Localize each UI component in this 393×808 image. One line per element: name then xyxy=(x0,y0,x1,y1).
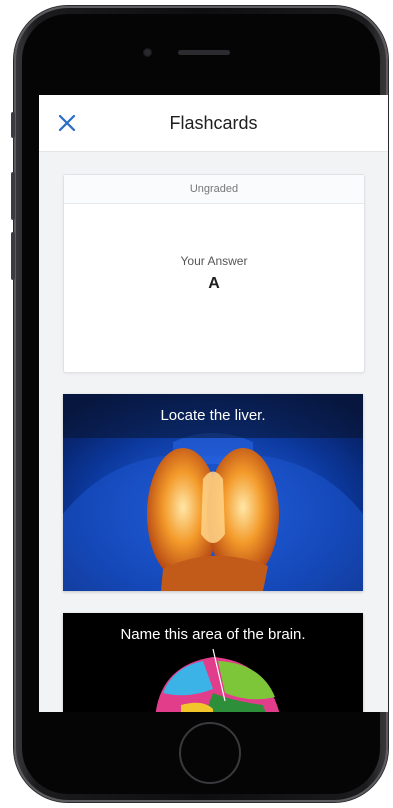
answer-value: A xyxy=(208,275,220,292)
front-camera xyxy=(143,48,152,57)
earpiece-speaker xyxy=(178,50,230,55)
answer-card[interactable]: Ungraded Your Answer A xyxy=(63,174,365,373)
grading-status: Ungraded xyxy=(64,175,364,204)
volume-up-button xyxy=(11,172,15,220)
page-title: Flashcards xyxy=(169,113,258,133)
answer-label: Your Answer xyxy=(180,254,248,268)
flashcard[interactable]: Name this area of the brain. xyxy=(63,613,363,712)
app-header: Flashcards xyxy=(39,95,388,152)
flashcard-prompt: Locate the liver. xyxy=(63,394,363,438)
mute-switch xyxy=(11,112,15,138)
flashcard[interactable]: Locate the liver. xyxy=(63,394,363,591)
flashcard-prompt: Name this area of the brain. xyxy=(120,626,306,643)
volume-down-button xyxy=(11,232,15,280)
app-screen: Flashcards Ungraded Your Answer A Locate… xyxy=(39,95,388,712)
home-button[interactable] xyxy=(179,722,241,784)
